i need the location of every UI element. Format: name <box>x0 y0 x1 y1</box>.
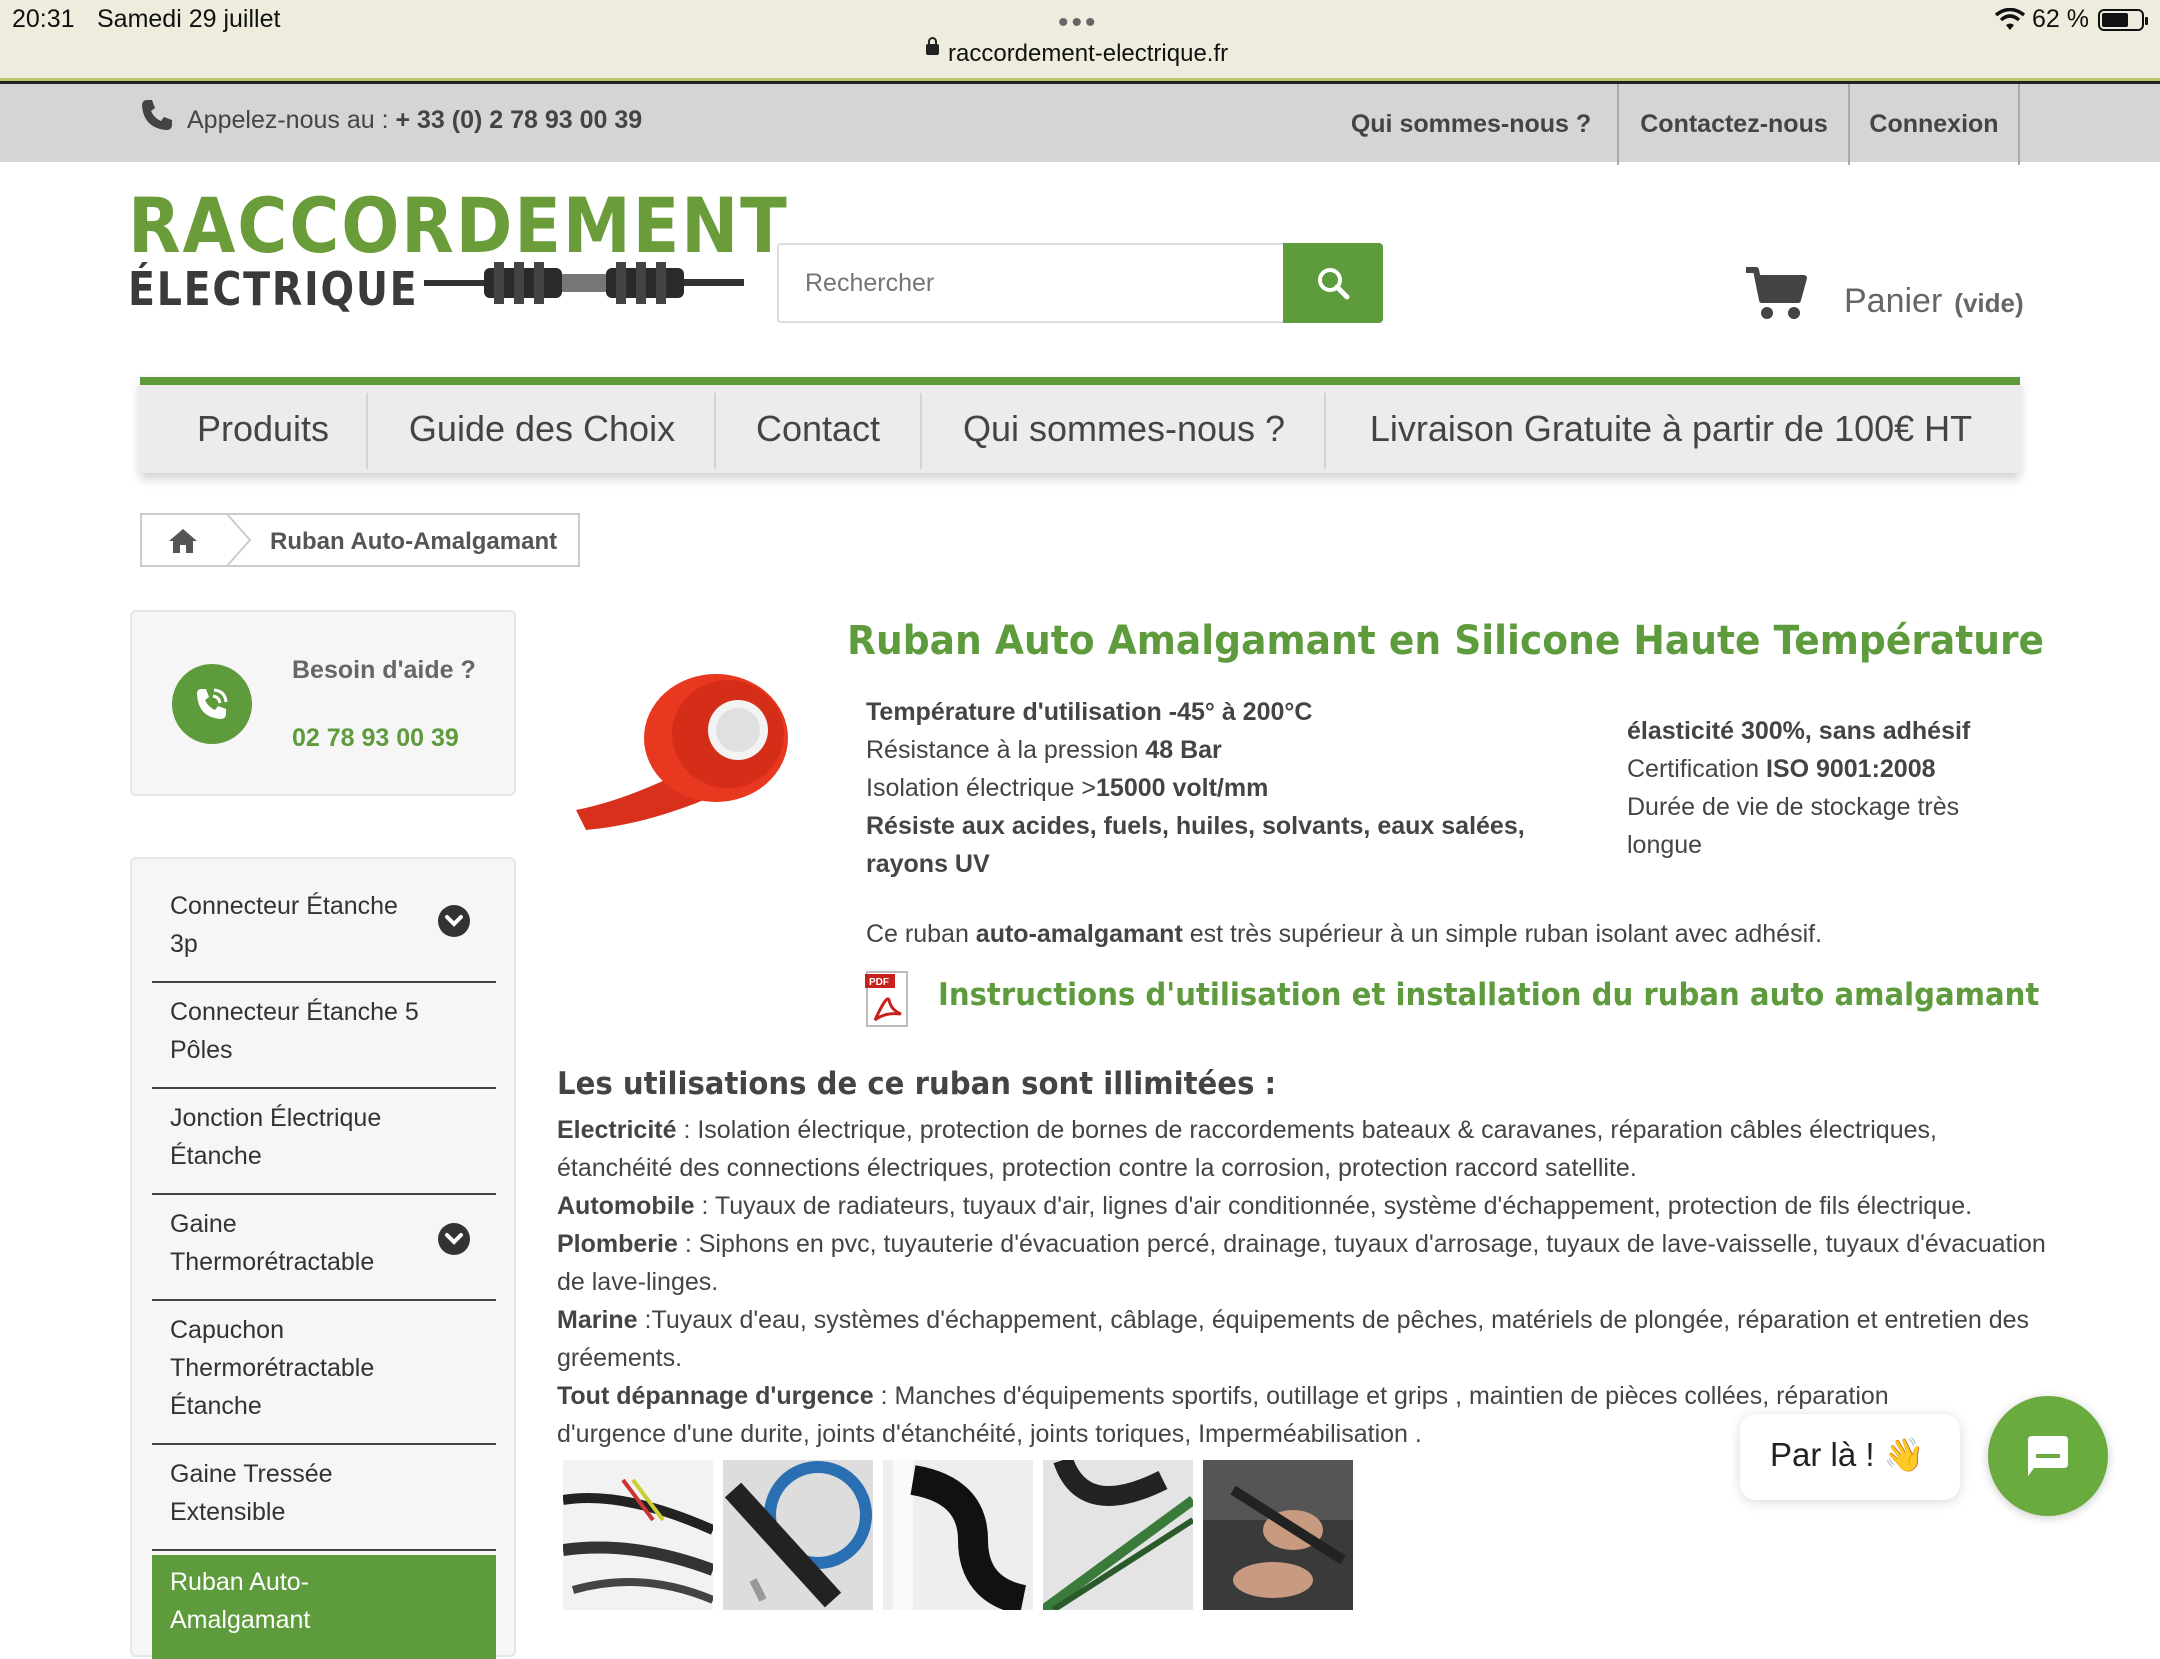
category-item[interactable]: Connecteur Étanche 3p <box>152 879 496 983</box>
category-item[interactable]: Jonction Électrique Étanche <box>152 1091 496 1195</box>
phone-handset-icon <box>197 688 228 719</box>
top-link-contact[interactable]: Contactez-nous <box>1620 84 1848 165</box>
category-label: Gaine Thermorétractable <box>170 1210 375 1276</box>
breadcrumb: Ruban Auto-Amalgamant <box>140 513 580 567</box>
chat-button[interactable] <box>1988 1396 2108 1516</box>
chevron-down-icon[interactable] <box>438 905 470 937</box>
category-item[interactable]: Gaine Tressée Extensible <box>152 1447 496 1551</box>
category-label: Capuchon Thermorétractable Étanche <box>170 1316 375 1420</box>
search-input[interactable] <box>777 243 1285 323</box>
phone-call-icon[interactable] <box>172 664 252 744</box>
main-navigation: Produits Guide des Choix Contact Qui som… <box>140 377 2020 473</box>
category-item[interactable]: Connecteur Étanche 5 Pôles <box>152 985 496 1089</box>
chevron-down-icon[interactable] <box>438 1223 470 1255</box>
battery-icon <box>2098 9 2148 31</box>
browser-status-bar: 20:31 Samedi 29 juillet ••• raccordement… <box>0 0 2160 80</box>
spec-temperature: Température d'utilisation -45° à 200°C <box>866 698 1313 726</box>
category-label: Gaine Tressée Extensible <box>170 1460 333 1526</box>
product-image <box>566 630 806 860</box>
phone-icon <box>142 100 172 130</box>
usage-photo-hose <box>1043 1460 1193 1610</box>
usage-photo-electrical <box>563 1460 713 1610</box>
usage-photo-repair <box>1203 1460 1353 1610</box>
spec-insulation: Isolation électrique >15000 volt/mm <box>866 774 1269 802</box>
spec-storage: Durée de vie de stockage très longue <box>1627 793 1960 859</box>
wifi-icon <box>1995 8 2025 30</box>
category-item-active[interactable]: Ruban Auto-Amalgamant <box>152 1555 496 1659</box>
uses-list: Electricité : Isolation électrique, prot… <box>557 1111 2047 1453</box>
breadcrumb-current: Ruban Auto-Amalgamant <box>270 528 558 555</box>
nav-item-about[interactable]: Qui sommes-nous ? <box>922 385 1326 473</box>
battery-percent: 62 % <box>2032 5 2089 33</box>
top-link-login[interactable]: Connexion <box>1850 84 2018 165</box>
usage-photo-plumbing <box>883 1460 1033 1610</box>
site-logo[interactable]: RACCORDEMENT ÉLECTRIQUE <box>128 186 787 317</box>
help-phone[interactable]: 02 78 93 00 39 <box>292 724 459 753</box>
nav-item-contact[interactable]: Contact <box>716 385 920 473</box>
nav-item-guide[interactable]: Guide des Choix <box>368 385 716 473</box>
use-item: Automobile : Tuyaux de radiateurs, tuyau… <box>557 1192 1973 1220</box>
chat-teaser[interactable]: Par là ! 👋 <box>1740 1414 1960 1500</box>
pdf-instructions-link[interactable]: Instructions d'utilisation et installati… <box>938 977 2039 1013</box>
status-time: 20:31 <box>12 5 75 33</box>
search-icon <box>1318 268 1350 300</box>
nav-item-free-shipping[interactable]: Livraison Gratuite à partir de 100€ HT <box>1326 385 2016 473</box>
category-item[interactable]: Capuchon Thermorétractable Étanche <box>152 1303 496 1445</box>
call-us-text: Appelez-nous au : + 33 (0) 2 78 93 00 39 <box>187 106 643 134</box>
use-item: Tout dépannage d'urgence : Manches d'équ… <box>557 1382 1889 1448</box>
home-icon[interactable] <box>168 527 198 555</box>
breadcrumb-separator-icon <box>225 513 252 567</box>
call-us-number[interactable]: + 33 (0) 2 78 93 00 39 <box>395 106 642 134</box>
category-label: Connecteur Étanche 5 Pôles <box>170 998 419 1064</box>
top-link-divider <box>1617 84 1619 165</box>
category-label: Ruban Auto-Amalgamant <box>170 1568 311 1634</box>
search-button[interactable] <box>1283 243 1383 323</box>
cart-state: (vide) <box>1954 288 2024 318</box>
pdf-icon[interactable]: PDF <box>865 970 909 1028</box>
chat-bubble-icon <box>2028 1436 2068 1476</box>
cart-icon[interactable] <box>1744 266 1808 322</box>
spec-certification: Certification ISO 9001:2008 <box>1627 755 1936 783</box>
address-bar-url[interactable]: raccordement-electrique.fr <box>948 40 1228 68</box>
help-title: Besoin d'aide ? <box>292 656 476 684</box>
logo-subtitle: ÉLECTRIQUE <box>128 262 419 316</box>
status-date: Samedi 29 juillet <box>97 5 281 33</box>
use-item: Marine :Tuyaux d'eau, systèmes d'échappe… <box>557 1306 2030 1372</box>
top-contact-bar: Appelez-nous au : + 33 (0) 2 78 93 00 39… <box>0 81 2160 165</box>
category-item[interactable]: Gaine Thermorétractable <box>152 1197 496 1301</box>
spec-pressure: Résistance à la pression 48 Bar <box>866 736 1222 764</box>
category-menu: Connecteur Étanche 3p Connecteur Étanche… <box>130 857 516 1659</box>
spec-resistance: Résiste aux acides, fuels, huiles, solva… <box>866 812 1525 878</box>
more-dots-icon[interactable]: ••• <box>1058 6 1099 40</box>
cart-label: Panier <box>1844 282 1943 320</box>
spec-elasticity: élasticité 300%, sans adhésif <box>1627 717 1971 745</box>
svg-text:PDF: PDF <box>869 977 889 988</box>
product-title: Ruban Auto Amalgamant en Silicone Haute … <box>847 618 2045 664</box>
help-box: Besoin d'aide ? 02 78 93 00 39 <box>130 610 516 796</box>
top-link-about[interactable]: Qui sommes-nous ? <box>1340 84 1602 165</box>
top-link-divider <box>2018 84 2020 165</box>
connector-logo-icon <box>424 262 744 304</box>
category-label: Connecteur Étanche 3p <box>170 892 398 958</box>
cart-link[interactable]: Panier (vide) <box>1844 282 2024 321</box>
nav-item-products[interactable]: Produits <box>152 385 374 473</box>
lock-icon <box>926 37 939 55</box>
use-item: Plomberie : Siphons en pvc, tuyauterie d… <box>557 1230 2046 1296</box>
use-item: Electricité : Isolation électrique, prot… <box>557 1116 1937 1182</box>
uses-heading: Les utilisations de ce ruban sont illimi… <box>557 1066 1277 1102</box>
category-label: Jonction Électrique Étanche <box>170 1104 382 1170</box>
usage-photo-automotive <box>723 1460 873 1610</box>
product-description: Ce ruban auto-amalgamant est très supéri… <box>866 920 1823 948</box>
